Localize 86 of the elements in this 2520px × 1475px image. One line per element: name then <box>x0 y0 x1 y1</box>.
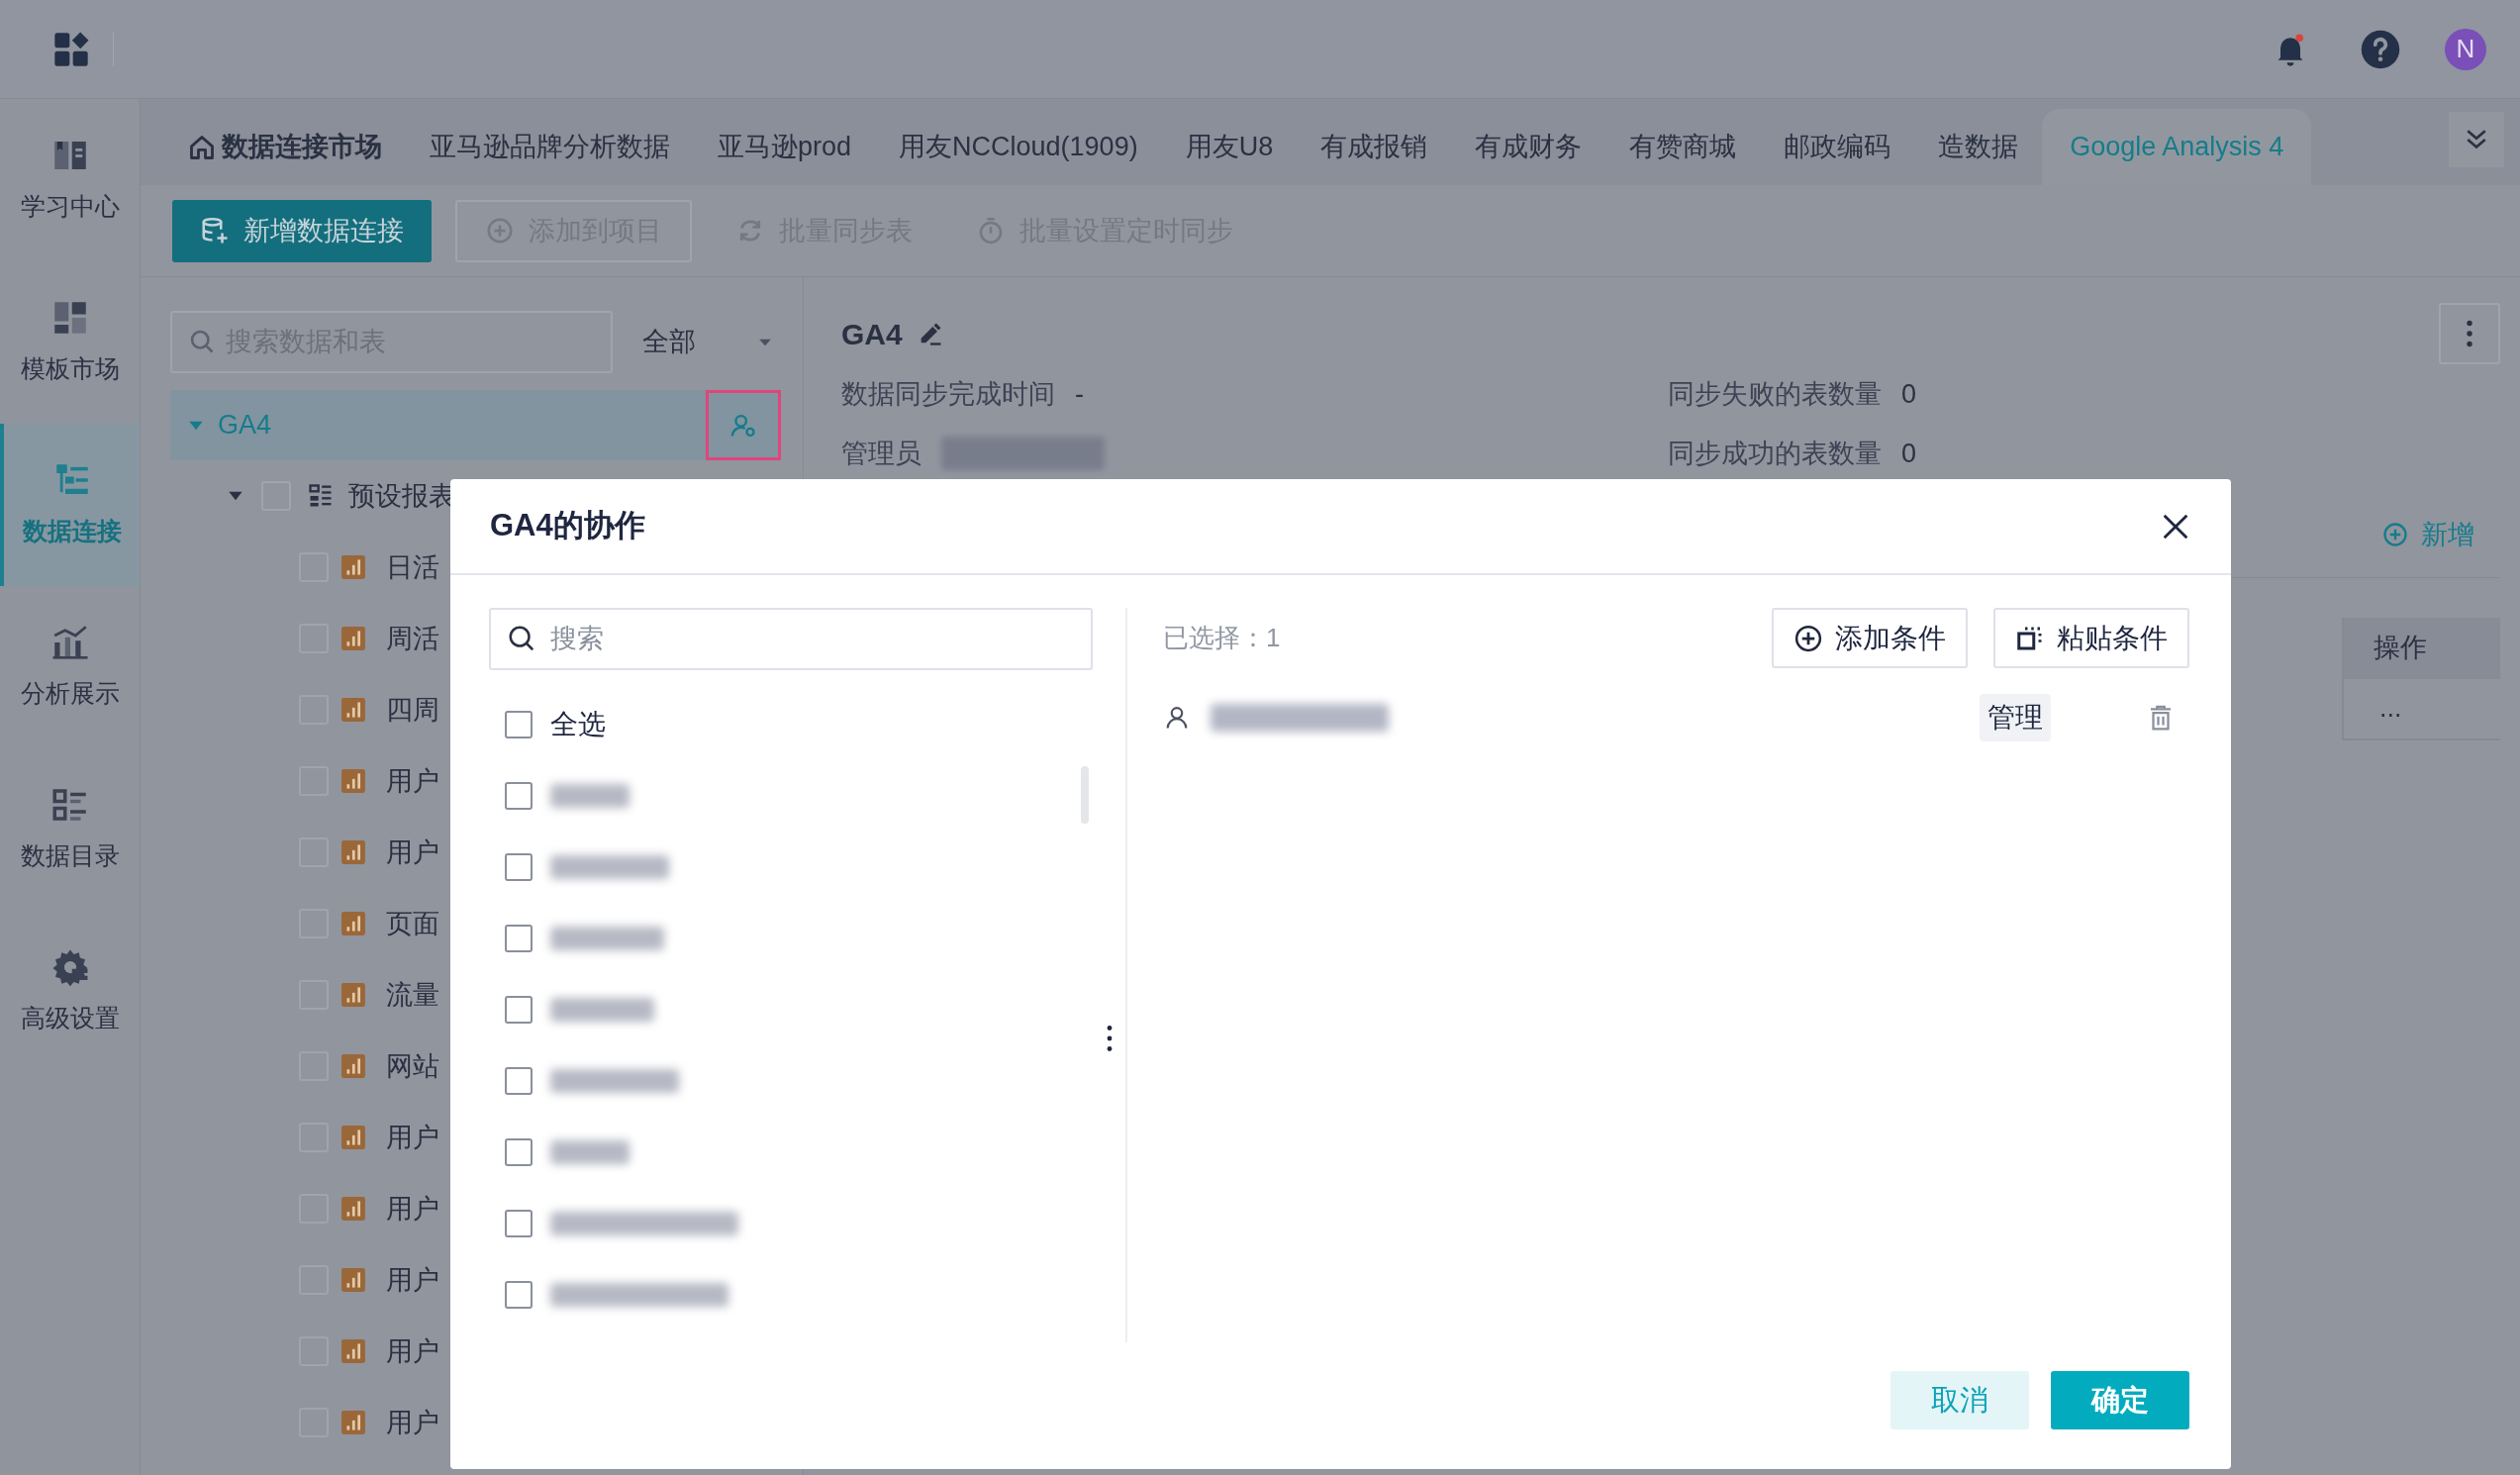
resize-handle-icon <box>1106 1025 1113 1052</box>
checkbox[interactable] <box>505 711 533 738</box>
collaborator-button[interactable] <box>706 390 781 460</box>
field-label: 管理员 <box>841 437 921 470</box>
tree-item-label[interactable]: 用户 <box>386 760 439 802</box>
scrollbar-thumb[interactable] <box>1081 766 1089 824</box>
tree-item-label[interactable]: 周活 <box>386 618 439 659</box>
field-value: 0 <box>1901 437 1917 470</box>
tree-item-label[interactable]: 用户 <box>386 1330 439 1372</box>
tree-item-label[interactable]: 用户 <box>386 1259 439 1301</box>
database-add-icon <box>200 216 230 246</box>
search-icon <box>507 624 536 653</box>
tab[interactable]: 有成财务 <box>1451 109 1606 185</box>
sidebar-item[interactable]: 学习中心 <box>0 99 140 261</box>
tab[interactable]: 邮政编码 <box>1760 109 1915 185</box>
tab[interactable]: 亚马逊品牌分析数据 <box>406 109 694 185</box>
bar-chart-icon <box>340 768 366 794</box>
bar-chart-icon <box>340 1410 366 1435</box>
tree-item-label[interactable]: 四周 <box>386 689 439 731</box>
expand-tabs-button[interactable] <box>2449 112 2504 167</box>
more-button[interactable] <box>2439 303 2500 364</box>
condition-button[interactable]: 添加条件 <box>1772 608 1968 668</box>
bar-chart-icon <box>340 911 366 936</box>
tab[interactable]: 用友U8 <box>1161 109 1298 185</box>
plus-circle-icon <box>485 216 515 246</box>
tab[interactable]: 有赞商城 <box>1605 109 1761 185</box>
sidebar-item[interactable]: 分析展示 <box>0 586 140 748</box>
sidebar-item[interactable]: 高级设置 <box>0 911 140 1073</box>
tree-item-label[interactable]: 用户 <box>386 1117 439 1158</box>
tree-item-label[interactable]: 用户 <box>386 1402 439 1443</box>
more-vertical-icon <box>2467 320 2472 347</box>
avatar[interactable]: N <box>2445 28 2486 70</box>
tab[interactable]: 用友NCCloud(1909) <box>875 109 1162 185</box>
checkbox[interactable] <box>505 782 533 810</box>
checkbox-label: 全选 <box>550 708 606 741</box>
plus-circle-icon <box>1793 623 1823 653</box>
bar-chart-icon <box>340 1125 366 1150</box>
tab[interactable]: 造数据 <box>1914 109 2043 185</box>
dialog-button[interactable]: 确定 <box>2051 1371 2189 1429</box>
field-value: 0 <box>1901 377 1917 411</box>
condition-button[interactable]: 粘贴条件 <box>1993 608 2189 668</box>
selected-count: 已选择：1 <box>1163 622 1281 654</box>
field-label: 同步失败的表数量 <box>1668 377 1882 411</box>
field-label: 数据同步完成时间 <box>841 377 1055 411</box>
row-actions[interactable]: ... <box>2344 678 2500 740</box>
bar-chart-icon <box>340 1196 366 1222</box>
bar-chart-icon <box>340 1267 366 1293</box>
filter-dropdown[interactable]: 全部 <box>638 311 781 373</box>
tree-item-label[interactable]: 页面 <box>386 903 439 944</box>
checkbox[interactable] <box>505 1138 533 1166</box>
tab[interactable]: 亚马逊prod <box>694 109 876 185</box>
tab[interactable]: 有成报销 <box>1297 109 1452 185</box>
column-header: 操作 <box>2344 617 2500 679</box>
search-icon <box>188 328 216 355</box>
checkbox[interactable] <box>505 1281 533 1309</box>
dialog-title: GA4的协作 <box>490 507 645 545</box>
sidebar-item[interactable]: 数据目录 <box>0 748 140 911</box>
bar-chart-icon <box>340 839 366 865</box>
checkbox[interactable] <box>505 1210 533 1237</box>
toolbar-button[interactable]: 新增数据连接 <box>172 199 432 262</box>
bar-chart-icon <box>340 626 366 651</box>
help-icon <box>2360 28 2401 70</box>
checkbox[interactable] <box>505 996 533 1024</box>
checkbox[interactable] <box>505 1067 533 1095</box>
tree-item-label[interactable]: 日活 <box>386 546 439 588</box>
tree-item-label[interactable]: 网站 <box>386 1045 439 1087</box>
bar-chart-icon <box>340 982 366 1008</box>
bar-chart-icon <box>340 697 366 723</box>
home-icon <box>188 133 216 161</box>
checkbox[interactable] <box>505 853 533 881</box>
tree-item-label[interactable]: 流量 <box>386 974 439 1016</box>
tree-item-label[interactable]: 用户 <box>386 1188 439 1229</box>
field-value: - <box>1075 377 1084 411</box>
bar-chart-icon <box>340 1053 366 1079</box>
detail-title: GA4 <box>841 316 903 352</box>
tree-item-label[interactable]: 用户 <box>386 832 439 873</box>
sidebar-item[interactable]: 模板市场 <box>0 261 140 424</box>
plus-circle-icon <box>2381 521 2409 549</box>
field-label: 同步成功的表数量 <box>1668 437 1882 470</box>
bar-chart-icon <box>340 1338 366 1364</box>
checkbox[interactable] <box>505 925 533 952</box>
tab[interactable]: 数据连接市场 <box>164 109 406 185</box>
role-button[interactable]: 管理 <box>1980 694 2051 741</box>
dialog-button[interactable]: 取消 <box>1890 1371 2029 1429</box>
bar-chart-icon <box>340 554 366 580</box>
report-grid-icon <box>307 482 335 510</box>
